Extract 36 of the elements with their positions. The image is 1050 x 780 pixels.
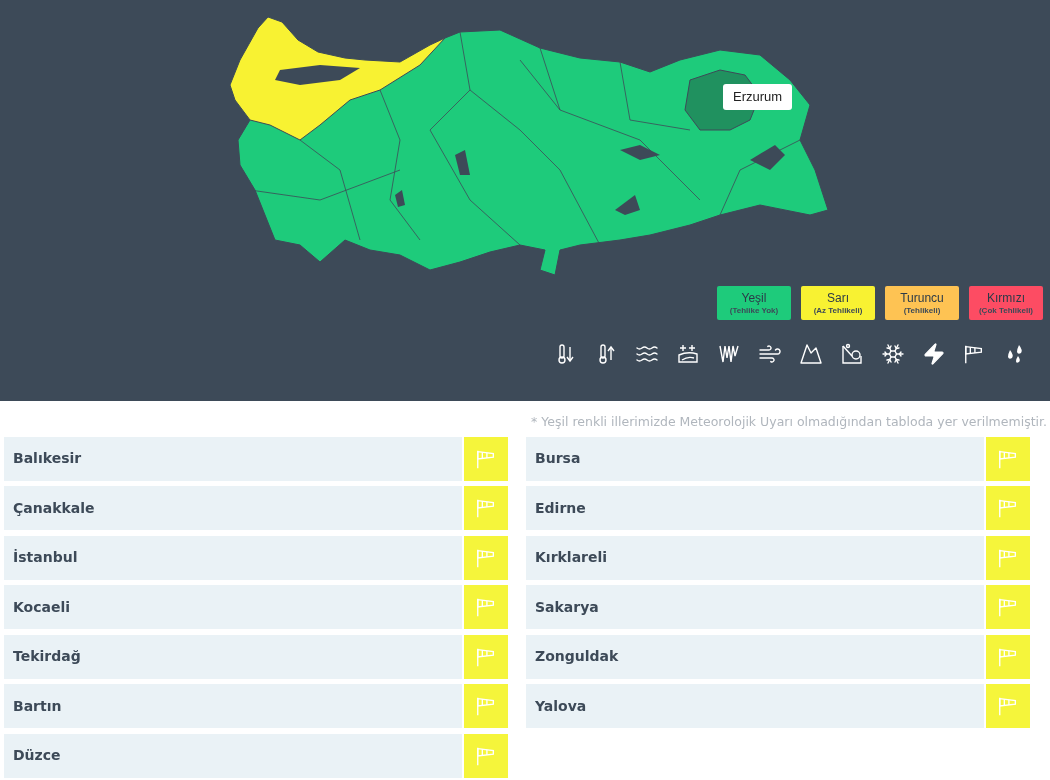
province-name: İstanbul [4, 535, 462, 580]
province-name: Sakarya [526, 585, 984, 630]
legend-sublabel: (Az Tehlikeli) [813, 305, 863, 316]
landslide-icon[interactable] [840, 342, 864, 366]
snowy-road-icon[interactable] [676, 342, 700, 366]
province-name: Yalova [526, 684, 984, 729]
windsock-icon [997, 497, 1019, 520]
province-name: Tekirdağ [4, 634, 462, 679]
province-name: Bartın [4, 684, 462, 729]
snowflake-icon[interactable] [881, 342, 905, 366]
windsock-icon [997, 695, 1019, 718]
lightning-icon[interactable] [922, 342, 946, 366]
windsock-icon [475, 695, 497, 718]
windsock-icon [475, 596, 497, 619]
footnote: * Yeşil renkli illerimizde Meteorolojik Uyarı olmadığından tabloda yer verilmemiştir. [531, 413, 1047, 431]
legend-sublabel: (Tehlikeli) [903, 305, 941, 316]
legend-label: Kırmızı [987, 290, 1025, 306]
mountain-icon[interactable] [799, 342, 823, 366]
province-name: Edirne [526, 486, 984, 531]
province-name: Bursa [526, 436, 984, 481]
province-name: Balıkesir [4, 436, 462, 481]
legend-label: Sarı [827, 290, 849, 306]
legend-label: Yeşil [741, 290, 767, 306]
windsock-icon [475, 497, 497, 520]
province-name: Kırklareli [526, 535, 984, 580]
province-name: Zonguldak [526, 634, 984, 679]
legend-sublabel: (Tehlike Yok) [729, 305, 779, 316]
province-tooltip: Erzurum [723, 84, 793, 110]
windsock-icon [963, 343, 985, 365]
legend-label: Turuncu [900, 290, 944, 306]
windsock-icon [997, 596, 1019, 619]
province-name: Düzce [4, 733, 462, 778]
legend-sublabel: (Çok Tehlikeli) [978, 305, 1034, 316]
fog-wind-icon[interactable] [758, 342, 782, 366]
province-name: Kocaeli [4, 585, 462, 630]
province-name: Çanakkale [4, 486, 462, 531]
